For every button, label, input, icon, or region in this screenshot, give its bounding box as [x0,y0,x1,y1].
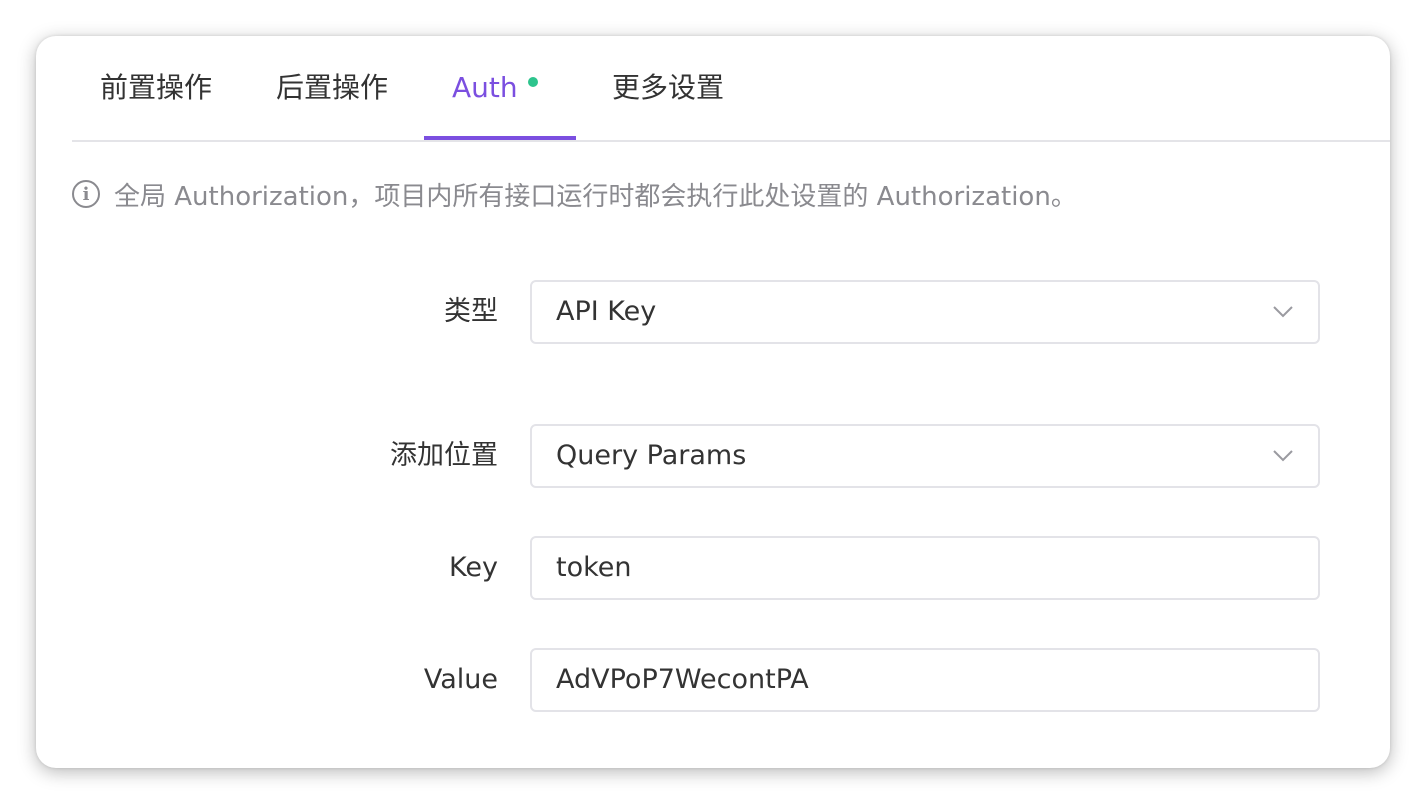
global-auth-notice: i 全局 Authorization，项目内所有接口运行时都会执行此处设置的 A… [72,176,1077,212]
tab-label: 前置操作 [100,71,213,104]
tab-label: 更多设置 [612,71,725,104]
tab-post-operations[interactable]: 后置操作 [276,36,388,140]
tab-pre-operations[interactable]: 前置操作 [100,36,212,140]
status-dot-icon [527,77,538,87]
value-label: Value [423,664,498,695]
add-location-value: Query Params [556,440,747,471]
key-input[interactable]: token [530,536,1320,600]
location-label: 添加位置 [390,440,498,471]
tab-auth[interactable]: Auth [452,36,538,140]
tab-more-settings[interactable]: 更多设置 [612,36,724,140]
type-label: 类型 [444,296,498,327]
tab-bar: 前置操作 后置操作 Auth 更多设置 [72,36,1390,142]
auth-type-select[interactable]: API Key [530,280,1320,344]
chevron-down-icon [1273,306,1293,318]
info-icon: i [72,180,100,208]
notice-text: 全局 Authorization，项目内所有接口运行时都会执行此处设置的 Aut… [114,181,1077,212]
key-value: token [556,552,632,583]
tab-label: 后置操作 [276,71,389,104]
key-label: Key [449,552,498,583]
add-location-select[interactable]: Query Params [530,424,1320,488]
value-input[interactable]: AdVPoP7WecontPA [530,648,1320,712]
tab-label: Auth [452,71,518,104]
active-tab-indicator [424,136,576,140]
auth-settings-panel: 前置操作 后置操作 Auth 更多设置 i 全局 Authorization，项… [36,36,1390,768]
value-value: AdVPoP7WecontPA [556,664,809,695]
auth-type-value: API Key [556,296,657,327]
chevron-down-icon [1273,450,1293,462]
